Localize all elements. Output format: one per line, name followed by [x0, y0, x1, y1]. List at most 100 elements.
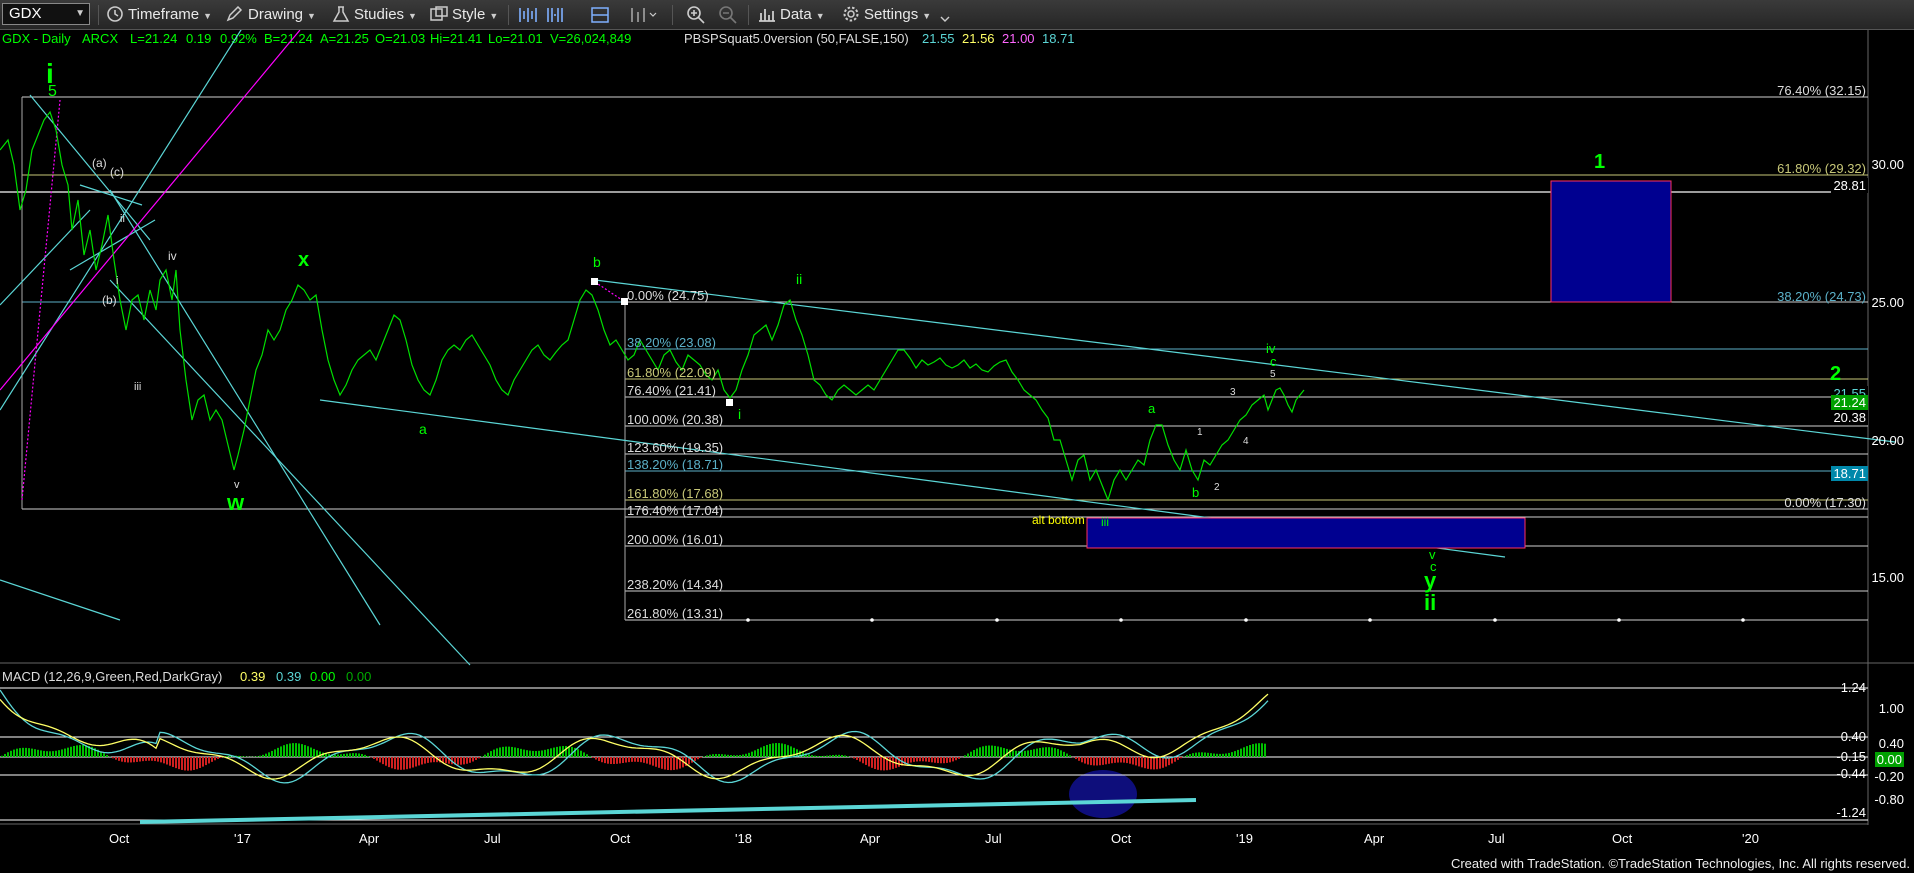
wave-label: x: [298, 249, 310, 271]
time-dot: [870, 618, 874, 622]
pencil-icon: [226, 6, 243, 22]
wave-label: a: [419, 421, 427, 437]
magenta-dotted-line: [594, 281, 626, 303]
channel-line: [29, 94, 151, 241]
fib-level-label: 0.00% (17.30): [1784, 495, 1866, 510]
wave-label: ii: [796, 271, 803, 287]
toolbar-divider: [672, 5, 673, 25]
price-chart[interactable]: [0, 30, 1914, 860]
studies-label: Studies: [354, 6, 405, 23]
fib-level-label: 38.20% (23.08): [627, 335, 716, 350]
toolbar-divider: [508, 5, 509, 25]
price-tick: 20.00: [1871, 433, 1904, 448]
studies-menu[interactable]: Studies ▼: [332, 4, 417, 26]
macd-axis-tick: -0.80: [1874, 792, 1904, 807]
wave-label: (c): [110, 165, 124, 179]
wave-label: alt bottom: [1032, 513, 1085, 527]
toolbar-divider: [748, 5, 749, 25]
macd-value: 0.39: [240, 669, 266, 684]
fib-level-label: 261.80% (13.31): [627, 606, 724, 621]
wave-label: y: [1424, 568, 1437, 593]
wave-label: (b): [102, 293, 117, 307]
settings-menu[interactable]: Settings ▼: [842, 4, 931, 26]
drawing-label: Drawing: [248, 6, 304, 23]
time-axis-label: Apr: [860, 831, 881, 846]
data-menu[interactable]: Data ▼: [758, 4, 825, 26]
toolbar-divider: [98, 5, 99, 25]
wave-label: 5: [48, 83, 57, 100]
wave-label: 1: [1594, 151, 1606, 173]
time-axis-label: '19: [1236, 831, 1253, 846]
macd-value: 0.00: [310, 669, 336, 684]
wave-label: c: [1270, 354, 1277, 369]
price-tick: 25.00: [1871, 295, 1904, 310]
fib-level-label: 138.20% (18.71): [627, 457, 724, 472]
wave-label: ii: [120, 213, 125, 225]
wave-label: b: [593, 254, 601, 270]
overflow-icon[interactable]: [940, 14, 950, 24]
price-badge: 20.38: [1831, 410, 1868, 425]
wave-label: 1: [1197, 427, 1203, 438]
macd-axis-tick: 0.40: [1878, 736, 1904, 751]
chevron-down-icon[interactable]: ▼: [75, 4, 85, 24]
bar-chart-icon: [759, 9, 775, 22]
compress-bars-icon[interactable]: [546, 6, 568, 24]
channel-line: [109, 279, 471, 666]
time-axis-label: Oct: [610, 831, 631, 846]
macd-axis-tick: -1.24: [1836, 805, 1866, 820]
wave-label: 3: [1230, 387, 1236, 398]
time-axis-label: Oct: [1111, 831, 1132, 846]
style-menu[interactable]: Style ▼: [430, 4, 498, 26]
time-dot: [1244, 618, 1248, 622]
wave-label: iv: [168, 249, 177, 263]
time-dot: [1119, 618, 1123, 622]
time-axis-label: Jul: [985, 831, 1002, 846]
zoom-out-icon[interactable]: [718, 5, 738, 25]
magenta-dotted-line: [21, 99, 61, 501]
time-axis-label: Jul: [484, 831, 501, 846]
channel-line: [0, 30, 242, 411]
wave-label: i: [116, 275, 119, 287]
bar-spacing-icon[interactable]: [518, 6, 540, 24]
fib-level-label: 0.00% (24.75): [627, 288, 709, 303]
macd-title: MACD (12,26,9,Green,Red,DarkGray): [2, 669, 223, 684]
wave-label: b: [1192, 485, 1200, 500]
fib-level-label: 61.80% (29.32): [1777, 161, 1866, 176]
zoom-in-icon[interactable]: [686, 5, 706, 25]
fib-level-label: 200.00% (16.01): [627, 532, 724, 547]
wave-label: 2: [1830, 363, 1842, 385]
target-box-wave-1[interactable]: [1550, 180, 1672, 303]
macd-axis-tick: -0.44: [1836, 766, 1866, 781]
chart-layout-icon[interactable]: [590, 6, 610, 24]
time-dot: [1741, 618, 1745, 622]
fib-level-label: 161.80% (17.68): [627, 486, 724, 501]
wave-label: iii: [1101, 515, 1109, 529]
wave-label: 5: [1270, 369, 1276, 380]
target-box-wave-ii[interactable]: [1086, 517, 1526, 549]
time-axis-label: Apr: [359, 831, 380, 846]
macd-axis-tick: 0.00: [1874, 752, 1904, 767]
time-dot: [1493, 618, 1497, 622]
anchor-handle[interactable]: [591, 278, 598, 285]
macd-axis-tick: 0.40: [1840, 729, 1866, 744]
macd-axis-tick: -0.20: [1874, 769, 1904, 784]
symbol-input[interactable]: GDX ▼: [2, 3, 90, 25]
chevron-down-icon: ▼: [815, 11, 825, 21]
channel-line: [109, 189, 381, 626]
time-axis-label: '17: [234, 831, 251, 846]
time-axis-label: Jul: [1488, 831, 1505, 846]
cursor-mode-icon[interactable]: [630, 6, 660, 24]
time-dot: [1368, 618, 1372, 622]
fib-level-label: 123.60% (19.35): [627, 440, 724, 455]
wave-label: 2: [1214, 482, 1220, 493]
chevron-down-icon: ▼: [408, 11, 417, 21]
anchor-handle[interactable]: [726, 399, 733, 406]
wave-label: 4: [1243, 436, 1249, 447]
time-dot: [746, 618, 750, 622]
timeframe-menu[interactable]: Timeframe ▼: [106, 4, 212, 26]
symbol-value: GDX: [9, 5, 42, 22]
price-badge: 28.81: [1831, 178, 1868, 193]
drawing-menu[interactable]: Drawing ▼: [226, 4, 316, 26]
fib-level-label: 100.00% (20.38): [627, 412, 724, 427]
highlight-ellipse[interactable]: [1069, 770, 1137, 818]
